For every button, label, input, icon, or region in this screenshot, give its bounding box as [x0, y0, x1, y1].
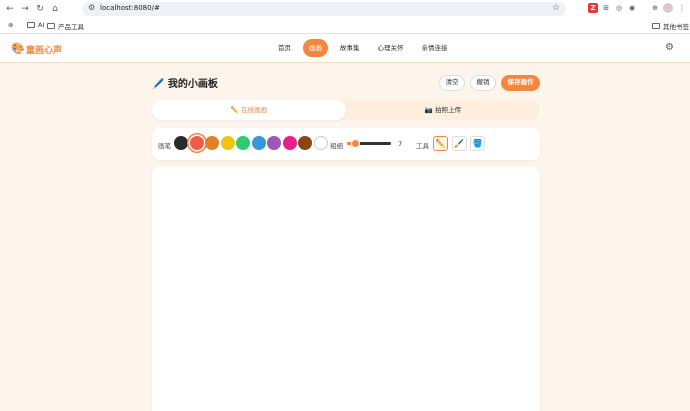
extension-icon[interactable]: ◎	[614, 3, 624, 13]
bookmark-folder-tools[interactable]: 产品工具	[47, 21, 84, 31]
folder-icon	[652, 23, 660, 29]
settings-gear-icon[interactable]: ⚙	[665, 42, 674, 53]
address-bar[interactable]: ⚙ localhost:8080/# ☆	[82, 2, 566, 16]
page-title: 🖊️ 我的小画板	[152, 79, 218, 90]
extension-icon[interactable]: ◉	[627, 3, 637, 13]
apps-icon[interactable]: ⊚	[8, 21, 13, 29]
color-swatch[interactable]	[220, 136, 235, 150]
size-slider-thumb[interactable]	[351, 139, 361, 148]
app-header: 🎨 童画心声 首页 画画 故事集 心理关怀 亲情连接 ⚙	[0, 34, 690, 63]
menu-item-draw[interactable]: 画画	[303, 39, 328, 57]
menu-item-stories[interactable]: 故事集	[334, 39, 366, 57]
color-swatch[interactable]	[313, 136, 328, 150]
color-swatch[interactable]	[267, 136, 281, 150]
color-swatch[interactable]	[174, 136, 188, 150]
site-info-icon[interactable]: ⚙	[88, 3, 95, 12]
bookmark-folder-ai[interactable]: AI	[27, 21, 44, 29]
mode-tabs: ✏️ 在线画画 📷 拍照上传	[152, 100, 540, 120]
folder-icon	[27, 22, 35, 28]
color-swatch[interactable]	[205, 136, 219, 150]
bookmark-star-icon[interactable]: ☆	[552, 3, 560, 13]
drawing-toolbar: 画笔 粗细 7 工具 ✏️ 🖌️ 🪣	[152, 128, 540, 160]
clear-button[interactable]: 清空	[439, 75, 465, 91]
color-swatch[interactable]	[236, 136, 250, 150]
reload-icon[interactable]: ↻	[34, 3, 46, 15]
logo-text[interactable]: 童画心声	[26, 43, 62, 56]
tab-online-draw[interactable]: ✏️ 在线画画	[152, 100, 346, 120]
forward-icon[interactable]: →	[19, 3, 31, 15]
menu-item-care[interactable]: 心理关怀	[372, 39, 410, 57]
extension-icon[interactable]: Z	[588, 3, 598, 13]
color-swatch[interactable]	[298, 136, 312, 150]
color-swatch[interactable]	[251, 136, 266, 150]
bookmark-folder-other[interactable]: 其他书签	[652, 21, 689, 31]
brush-icon[interactable]: 🖌️	[451, 136, 467, 151]
home-icon[interactable]: ⌂	[49, 3, 61, 15]
menu-item-home[interactable]: 首页	[272, 39, 297, 57]
tools-label: 工具	[416, 142, 429, 150]
color-swatch[interactable]	[282, 136, 297, 150]
size-label: 粗细	[330, 142, 343, 150]
menu-kebab-icon[interactable]: ⋮	[677, 3, 687, 13]
size-value: 7	[398, 140, 403, 148]
brush-label: 画笔	[158, 142, 171, 150]
bucket-icon[interactable]: 🪣	[470, 136, 485, 151]
back-icon[interactable]: ←	[4, 3, 16, 15]
undo-button[interactable]: 撤销	[470, 75, 496, 91]
tab-photo-upload[interactable]: 📷 拍照上传	[346, 100, 540, 120]
pencil-icon[interactable]: ✏️	[433, 136, 448, 151]
url-text[interactable]: localhost:8080/#	[100, 4, 160, 12]
profile-avatar[interactable]	[663, 3, 673, 13]
browser-chrome: ← → ↻ ⌂ ⚙ localhost:8080/# ☆ Z ⊞ ◎ ◉ ⊕ ⋮…	[0, 0, 690, 34]
drawing-canvas[interactable]	[152, 167, 540, 411]
download-icon[interactable]: ⊕	[650, 3, 660, 13]
bookmarks-bar: ⊚ AI 产品工具 其他书签	[0, 19, 690, 33]
menu-item-family[interactable]: 亲情连接	[416, 39, 454, 57]
palette-icon: 🎨	[11, 42, 25, 55]
folder-icon	[47, 23, 55, 29]
main-menu: 首页 画画 故事集 心理关怀 亲情连接	[272, 39, 454, 57]
save-button[interactable]: 保存画作	[501, 75, 540, 91]
extension-icon[interactable]: ⊞	[601, 3, 611, 13]
color-swatch[interactable]	[189, 136, 204, 150]
